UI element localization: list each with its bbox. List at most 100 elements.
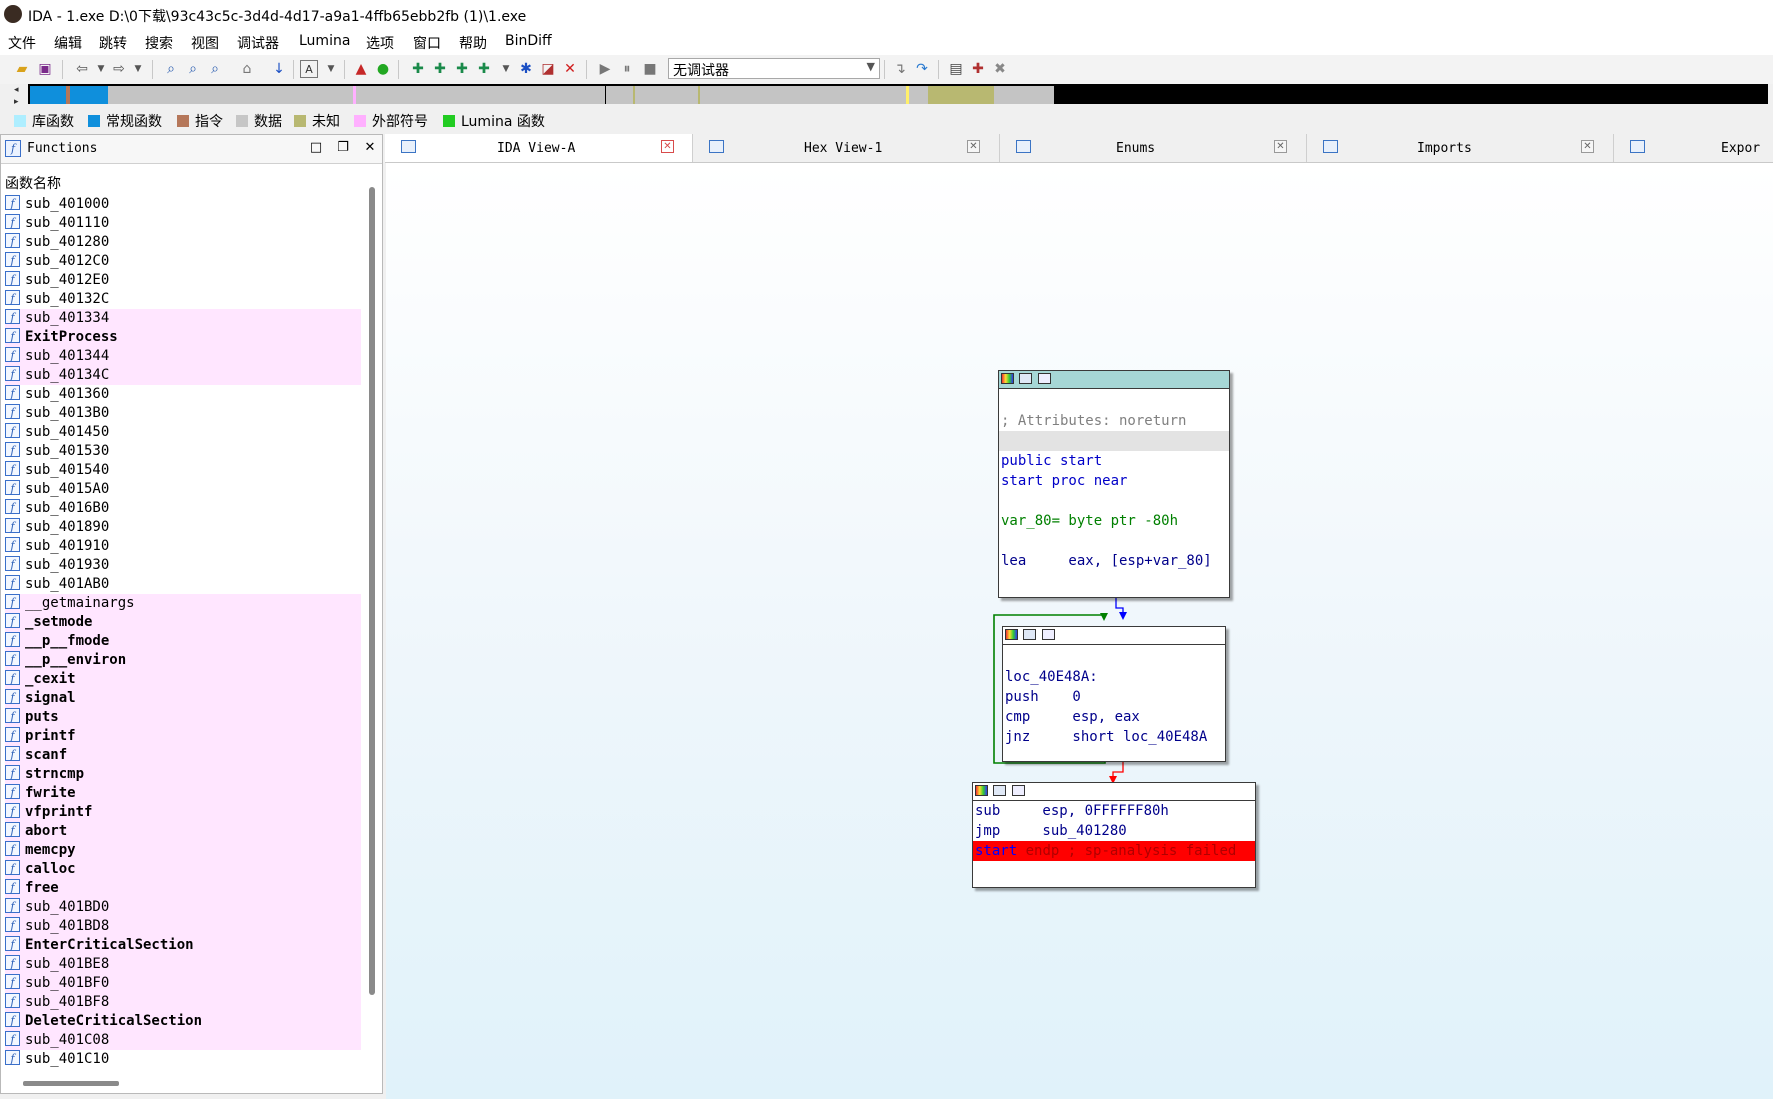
tab-imports[interactable]: Imports ✕ xyxy=(1307,134,1614,162)
rename-graph-icon[interactable] xyxy=(1023,629,1036,640)
create-array-icon[interactable]: ✚ xyxy=(453,60,471,78)
delete-x-icon[interactable]: ✕ xyxy=(561,60,579,78)
function-list-item[interactable]: f sub_401344 xyxy=(5,347,361,366)
function-list-item[interactable]: f sub_401BE8 xyxy=(5,955,361,974)
menu-view[interactable]: 视图 xyxy=(191,33,219,53)
menu-lumina[interactable]: Lumina xyxy=(299,33,350,49)
function-list-item[interactable]: f sub_401BD8 xyxy=(5,917,361,936)
function-list-item[interactable]: f vfprintf xyxy=(5,803,361,822)
function-list-item[interactable]: f printf xyxy=(5,727,361,746)
tab-close-icon[interactable]: ✕ xyxy=(967,140,980,153)
rename-graph-icon[interactable] xyxy=(993,785,1006,796)
menu-search[interactable]: 搜索 xyxy=(145,33,173,53)
function-list-item[interactable]: f sub_401890 xyxy=(5,518,361,537)
save-icon[interactable]: ▣ xyxy=(36,60,54,78)
open-folder-icon[interactable]: ▰ xyxy=(13,60,31,78)
group-nodes-icon[interactable] xyxy=(1038,373,1051,384)
create-dropdown-icon[interactable]: ▼ xyxy=(497,60,515,78)
ida-graph-view[interactable]: ; Attributes: noreturn public start star… xyxy=(386,163,1773,1099)
search-next-icon[interactable]: ⌕ xyxy=(206,60,224,78)
text-a-icon[interactable]: A xyxy=(300,60,318,78)
debugger-select[interactable]: 无调试器 ▼ xyxy=(668,58,880,79)
add-breakpoint-icon[interactable]: ✚ xyxy=(969,60,987,78)
function-list-item[interactable]: f sub_401AB0 xyxy=(5,575,361,594)
create-string-icon[interactable]: ✚ xyxy=(475,60,493,78)
column-header-function-name[interactable]: 函数名称 xyxy=(5,173,61,193)
function-list-item[interactable]: f _setmode xyxy=(5,613,361,632)
tab-hex-view-1[interactable]: Hex View-1 ✕ xyxy=(693,134,1000,162)
color-palette-icon[interactable] xyxy=(1005,629,1018,640)
function-list-item[interactable]: f sub_4013B0 xyxy=(5,404,361,423)
function-list-item[interactable]: f sub_4012E0 xyxy=(5,271,361,290)
menu-options[interactable]: 选项 xyxy=(366,33,394,53)
function-list-item[interactable]: f sub_401BF8 xyxy=(5,993,361,1012)
maximize-icon[interactable]: □ xyxy=(308,140,324,155)
step-over-icon[interactable]: ↷ xyxy=(913,60,931,78)
function-list-item[interactable]: f sub_40134C xyxy=(5,366,361,385)
navband-scroll-arrows-icon[interactable]: ◂ ▸ xyxy=(14,84,26,108)
create-function-icon[interactable]: ✚ xyxy=(409,60,427,78)
function-list-item[interactable]: f sub_401334 xyxy=(5,309,361,328)
remove-breakpoint-icon[interactable]: ✖ xyxy=(991,60,1009,78)
menu-file[interactable]: 文件 xyxy=(8,33,36,53)
menu-window[interactable]: 窗口 xyxy=(413,33,441,53)
close-icon[interactable]: ✕ xyxy=(362,140,378,155)
function-list-item[interactable]: f signal xyxy=(5,689,361,708)
tab-enums[interactable]: Enums ✕ xyxy=(1000,134,1307,162)
function-list-item[interactable]: f sub_401450 xyxy=(5,423,361,442)
function-list-item[interactable]: f sub_401530 xyxy=(5,442,361,461)
patch-icon[interactable]: ⌂ xyxy=(238,60,256,78)
function-list-item[interactable]: f sub_40132C xyxy=(5,290,361,309)
text-dropdown-icon[interactable]: ▼ xyxy=(322,60,340,78)
tab-close-icon[interactable]: ✕ xyxy=(1581,140,1594,153)
function-list-item[interactable]: f puts xyxy=(5,708,361,727)
breakpoint-list-icon[interactable]: ▤ xyxy=(947,60,965,78)
function-list-item[interactable]: f sub_401930 xyxy=(5,556,361,575)
function-list-item[interactable]: f ExitProcess xyxy=(5,328,361,347)
forward-arrow-icon[interactable]: ⇨ xyxy=(110,60,128,78)
tab-close-icon[interactable]: ✕ xyxy=(1274,140,1287,153)
function-list-item[interactable]: f sub_401BD0 xyxy=(5,898,361,917)
function-list-item[interactable]: f __p__fmode xyxy=(5,632,361,651)
tab-exports[interactable]: Expor xyxy=(1614,134,1773,162)
function-list-item[interactable]: f strncmp xyxy=(5,765,361,784)
function-list-item[interactable]: f __getmainargs xyxy=(5,594,361,613)
navigation-bar[interactable] xyxy=(28,84,1768,104)
back-arrow-icon[interactable]: ⇦ xyxy=(73,60,91,78)
rename-graph-icon[interactable] xyxy=(1019,373,1032,384)
function-list-item[interactable]: f sub_4012C0 xyxy=(5,252,361,271)
menu-edit[interactable]: 编辑 xyxy=(54,33,82,53)
back-dropdown-icon[interactable]: ▼ xyxy=(92,60,110,78)
xref-icon[interactable]: ✱ xyxy=(517,60,535,78)
graph-node-loc-40e48a[interactable]: loc_40E48A: push 0 cmp esp, eax jnz shor… xyxy=(1002,626,1226,762)
pause-icon[interactable]: ⏸ xyxy=(618,60,636,78)
group-nodes-icon[interactable] xyxy=(1012,785,1025,796)
menu-jump[interactable]: 跳转 xyxy=(99,33,127,53)
graph-node-endp[interactable]: sub esp, 0FFFFFF80h jmp sub_401280 start… xyxy=(972,782,1256,888)
green-circle-icon[interactable]: ● xyxy=(374,60,392,78)
warning-triangle-icon[interactable]: ▲ xyxy=(352,60,370,78)
tab-close-icon[interactable]: ✕ xyxy=(661,140,674,153)
color-palette-icon[interactable] xyxy=(1001,373,1014,384)
graph-node-start[interactable]: ; Attributes: noreturn public start star… xyxy=(998,370,1230,598)
vertical-scrollbar[interactable] xyxy=(369,187,375,995)
function-list-item[interactable]: f _cexit xyxy=(5,670,361,689)
group-nodes-icon[interactable] xyxy=(1042,629,1055,640)
function-list-item[interactable]: f sub_401910 xyxy=(5,537,361,556)
function-list-item[interactable]: f scanf xyxy=(5,746,361,765)
function-list-item[interactable]: f sub_401360 xyxy=(5,385,361,404)
color-palette-icon[interactable] xyxy=(975,785,988,796)
function-list-item[interactable]: f EnterCriticalSection xyxy=(5,936,361,955)
function-list-item[interactable]: f sub_401280 xyxy=(5,233,361,252)
jump-down-arrow-icon[interactable]: ↓ xyxy=(270,60,288,78)
menu-bindiff[interactable]: BinDiff xyxy=(505,33,552,49)
function-list-item[interactable]: f __p__environ xyxy=(5,651,361,670)
binary-search-icon[interactable]: ⌕ xyxy=(162,60,180,78)
function-list-item[interactable]: f abort xyxy=(5,822,361,841)
restore-icon[interactable]: ❐ xyxy=(335,140,351,155)
function-list-item[interactable]: f sub_401110 xyxy=(5,214,361,233)
functions-list[interactable]: f sub_401000 f sub_401110 f sub_401280 f sub_40… xyxy=(5,195,361,1088)
create-struct-icon[interactable]: ✚ xyxy=(431,60,449,78)
function-list-item[interactable]: f free xyxy=(5,879,361,898)
function-list-item[interactable]: f sub_401C10 xyxy=(5,1050,361,1069)
